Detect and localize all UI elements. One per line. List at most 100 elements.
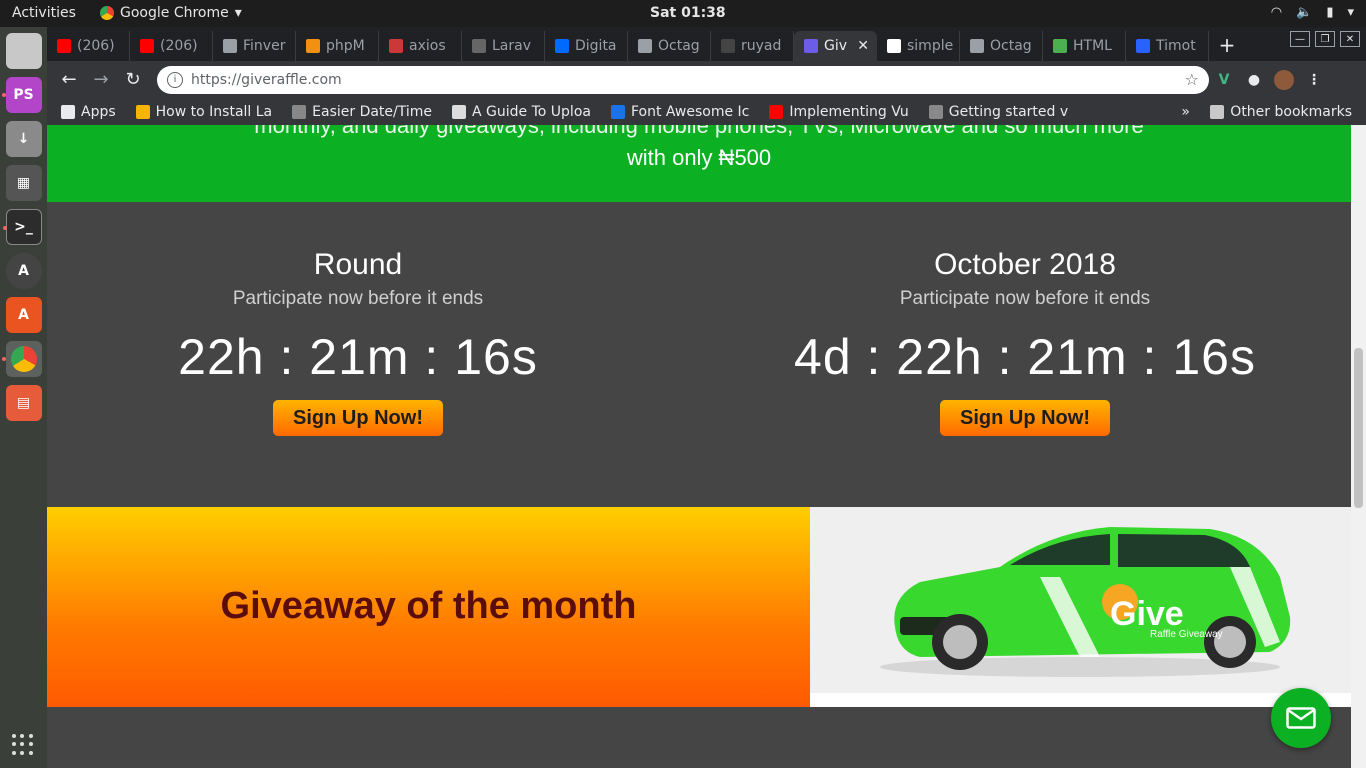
tab-label: HTML [1073, 38, 1112, 54]
extension-icon[interactable]: ● [1239, 72, 1269, 88]
youtube-icon [57, 39, 71, 53]
video-editor-icon[interactable]: ▦ [5, 165, 42, 201]
menu-icon[interactable]: ⋮ [1299, 72, 1329, 88]
bookmark-label: Implementing Vu [789, 103, 909, 120]
page-scrollbar[interactable] [1351, 125, 1366, 768]
new-tab-button[interactable]: + [1209, 31, 1245, 61]
lamp-icon [928, 104, 943, 119]
activities-button[interactable]: Activities [12, 5, 76, 21]
aw-icon [452, 104, 467, 119]
app-menu[interactable]: Google Chrome ▾ [100, 5, 242, 21]
globe-icon [135, 104, 150, 119]
contact-chat-button[interactable] [1271, 688, 1331, 748]
close-window-button[interactable]: ✕ [1340, 31, 1360, 47]
github-icon [721, 39, 735, 53]
browser-tab[interactable]: (206) [47, 31, 130, 61]
browser-tab[interactable]: Octag [628, 31, 711, 61]
site-info-icon[interactable]: i [167, 71, 183, 88]
browser-tab[interactable]: Timot [1126, 31, 1209, 61]
bookmark-item[interactable]: Implementing Vu [769, 103, 909, 120]
bookmark-label: How to Install La [155, 103, 273, 120]
browser-tab[interactable]: Octag [960, 31, 1043, 61]
tab-label: Larav [492, 38, 531, 54]
files-app-icon[interactable] [5, 33, 42, 69]
browser-tab[interactable]: ruyad [711, 31, 794, 61]
round-timer: 22h : 21m : 16s [178, 329, 538, 385]
bookmark-label: A Guide To Uploa [472, 103, 591, 120]
month-countdown: October 2018 Participate now before it e… [715, 248, 1335, 436]
url-text: https://giveraffle.com [191, 71, 342, 88]
scrollbar-thumb[interactable] [1354, 348, 1363, 508]
giveaway-heading: Giveaway of the month [220, 585, 637, 627]
vue-devtools-icon[interactable]: V [1209, 72, 1239, 88]
bookmark-item[interactable]: How to Install La [135, 103, 273, 120]
other-bookmarks[interactable]: Other bookmarks [1210, 104, 1352, 120]
avatar[interactable] [1269, 69, 1299, 90]
envelope-icon [1286, 707, 1316, 729]
tab-strip: (206) (206) Finver phpM axios Larav Digita Octa… [47, 27, 1366, 61]
bookmark-item[interactable]: Easier Date/Time [292, 104, 432, 120]
bookmark-item[interactable]: Getting started v [928, 104, 1068, 120]
page-icon [638, 39, 652, 53]
browser-tab[interactable]: Digita [545, 31, 628, 61]
system-tray[interactable]: ◠ 🔈 ▮ ▾ [1271, 5, 1354, 20]
browser-tab[interactable]: Finver [213, 31, 296, 61]
bookmark-item[interactable]: Apps [61, 104, 116, 120]
archive-icon[interactable]: ▤ [5, 385, 42, 421]
other-bookmarks-label: Other bookmarks [1230, 103, 1352, 120]
digitalocean-icon [555, 39, 569, 53]
bootstrap-icon [1136, 39, 1150, 53]
terminal-icon[interactable]: >_ [2, 209, 42, 245]
more-bookmarks-icon[interactable]: » [1181, 104, 1190, 120]
bookmark-star-icon[interactable]: ☆ [1185, 70, 1199, 89]
browser-tab[interactable]: phpM [296, 31, 379, 61]
forward-button[interactable]: → [85, 69, 117, 90]
browser-tab[interactable]: HTML [1043, 31, 1126, 61]
bookmark-label: Font Awesome Ic [630, 103, 750, 120]
round-title: Round [313, 248, 403, 281]
tab-label: Finver [243, 38, 286, 54]
browser-tab[interactable]: (206) [130, 31, 213, 61]
installer-icon[interactable]: ↓ [5, 121, 42, 157]
bookmark-item[interactable]: Font Awesome Ic [610, 103, 750, 120]
browser-tab[interactable]: axios [379, 31, 462, 61]
clock[interactable]: Sat 01:38 [650, 5, 726, 21]
maximize-button[interactable]: ❐ [1315, 31, 1335, 47]
close-tab-icon[interactable]: ✕ [857, 38, 869, 54]
round-sign-up-button[interactable]: Sign Up Now! [273, 400, 443, 436]
bookmark-label: Apps [81, 103, 116, 120]
bookmarks-bar: Apps How to Install La Easier Date/Time A G… [47, 98, 1366, 125]
page-icon [970, 39, 984, 53]
html-icon [1053, 39, 1067, 53]
phpstorm-icon[interactable]: PS [1, 77, 42, 113]
npm-icon [389, 39, 403, 53]
software-updater-icon[interactable]: A [5, 253, 42, 289]
address-bar[interactable]: i https://giveraffle.com ☆ [157, 65, 1209, 94]
tab-label: axios [409, 38, 446, 54]
page-icon [223, 39, 237, 53]
month-sign-up-button[interactable]: Sign Up Now! [940, 400, 1110, 436]
month-title: October 2018 [934, 248, 1116, 281]
reload-button[interactable]: ↻ [117, 69, 149, 90]
apps-grid-icon [61, 104, 75, 119]
flag-icon [610, 104, 625, 119]
tab-label: Octag [658, 38, 700, 54]
dock: PS ↓ ▦ >_ A A ▤ [0, 27, 47, 768]
page-viewport: monthly, and daily giveaways, including … [47, 125, 1351, 768]
minimize-button[interactable]: — [1290, 31, 1310, 47]
browser-tab[interactable]: simple [877, 31, 960, 61]
chrome-dock-icon[interactable] [1, 341, 42, 377]
tab-label: (206) [77, 38, 115, 54]
browser-tab[interactable]: Larav [462, 31, 545, 61]
tab-label: Timot [1156, 38, 1196, 54]
show-applications-icon[interactable] [12, 734, 34, 756]
tab-label: Giv [824, 38, 848, 54]
browser-tab[interactable]: Giv ✕ [794, 31, 877, 61]
bookmark-item[interactable]: A Guide To Uploa [452, 104, 591, 120]
software-center-icon[interactable]: A [5, 297, 42, 333]
banner-text-line-1: monthly, and daily giveaways, including … [254, 125, 1144, 138]
tab-label: phpM [326, 38, 365, 54]
back-button[interactable]: ← [53, 69, 85, 90]
laravel-icon [472, 39, 486, 53]
banner-text-line-2: with only ₦500 [626, 145, 772, 170]
